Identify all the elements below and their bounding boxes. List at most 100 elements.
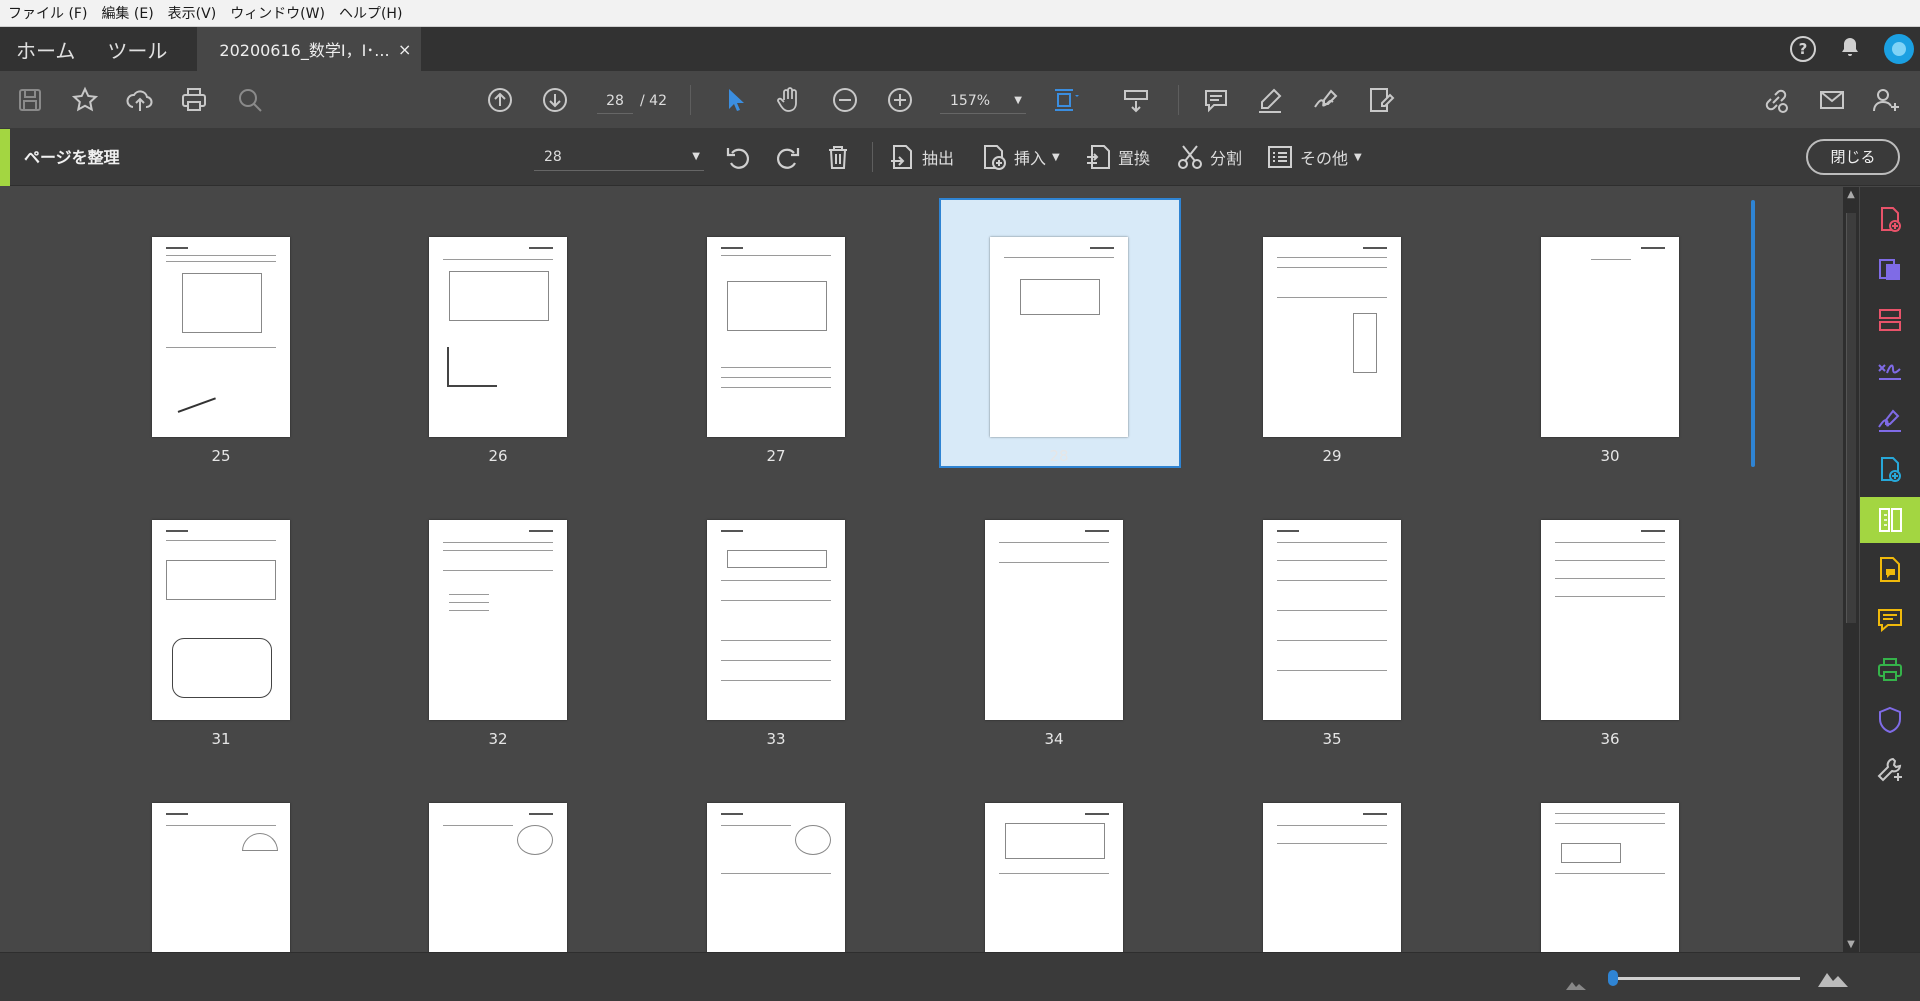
menu-window[interactable]: ウィンドウ(W) [230,3,325,23]
page-thumbnail[interactable] [934,753,1174,952]
menu-help[interactable]: ヘルプ(H) [339,3,402,23]
page-number-label: 30 [1600,447,1620,465]
share-link-icon[interactable] [1760,84,1792,116]
save-icon[interactable] [14,84,46,116]
previous-page-icon[interactable] [484,84,516,116]
page-number-label: 28 [1049,447,1069,465]
slider-knob[interactable] [1608,970,1618,986]
page-number-label: 29 [1322,447,1342,465]
rotate-left-icon[interactable] [724,142,752,172]
replace-icon [1087,145,1110,169]
zoom-out-icon[interactable] [829,84,861,116]
sign-icon[interactable] [1310,84,1342,116]
menu-view[interactable]: 表示(V) [168,3,217,23]
page-thumbnail[interactable]: 33 [656,470,896,748]
page-thumbnail[interactable]: 34 [934,470,1174,748]
page-thumbnail[interactable]: 25 [101,187,341,465]
menu-edit[interactable]: 編集 (E) [101,3,153,23]
edit-pdf-icon[interactable] [1860,447,1920,493]
page-thumbnail[interactable] [378,753,618,952]
page-thumbnail[interactable]: 29 [1212,187,1452,465]
page-preview [1263,237,1401,437]
select-cursor-icon[interactable] [719,84,751,116]
close-tool-button[interactable]: 閉じる [1806,139,1900,175]
large-mountain-icon[interactable] [1818,967,1848,991]
page-thumbnail-selected[interactable]: 28 [934,187,1181,468]
page-preview [429,520,567,720]
menu-file[interactable]: ファイル (F) [8,3,87,23]
next-page-icon[interactable] [539,84,571,116]
replace-button[interactable]: 置換 [1084,142,1150,172]
print-production-icon[interactable] [1860,647,1920,693]
extract-button[interactable]: 抽出 [888,142,954,172]
tab-tools[interactable]: ツール [91,27,183,71]
export-pdf-icon[interactable] [1860,247,1920,293]
page-thumbnail[interactable]: 36 [1490,470,1730,748]
highlight-icon[interactable] [1254,84,1286,116]
zoom-level-select[interactable]: 157% ▼ [940,88,1026,114]
page-thumbnail[interactable] [1490,753,1730,952]
page-thumbnail[interactable] [1212,753,1452,952]
divider [872,142,873,172]
page-thumbnail[interactable] [101,753,341,952]
avatar[interactable] [1884,34,1914,64]
insert-label: 挿入 [1014,149,1047,168]
page-thumbnail[interactable]: 26 [378,187,618,465]
page-fit-icon[interactable] [1048,84,1080,116]
comment-icon[interactable] [1200,84,1232,116]
star-icon[interactable] [69,84,101,116]
rotate-right-icon[interactable] [774,142,802,172]
add-user-icon[interactable] [1870,84,1902,116]
page-range-value: 28 [544,149,562,165]
split-button[interactable]: 分割 [1176,142,1242,172]
page-number-input[interactable]: 28 [597,88,633,114]
page-thumbnail[interactable]: 32 [378,470,618,748]
page-thumbnail[interactable] [656,753,896,952]
tool-accent-bar [0,129,10,186]
close-tab-icon[interactable]: × [398,40,411,59]
page-thumbnail[interactable]: 31 [101,470,341,748]
fill-and-sign-icon[interactable] [1860,397,1920,443]
request-signature-icon[interactable] [1860,347,1920,393]
zoom-in-icon[interactable] [884,84,916,116]
organize-pages-icon[interactable] [1860,497,1920,543]
divider [690,85,691,115]
fill-sign-icon[interactable] [1364,84,1396,116]
page-number-label: 36 [1600,730,1620,748]
search-icon[interactable] [234,84,266,116]
page-thumbnail[interactable]: 35 [1212,470,1452,748]
send-for-comments-icon[interactable] [1860,547,1920,593]
chevron-down-icon[interactable]: ▼ [1843,939,1859,950]
create-pdf-icon[interactable] [1860,197,1920,243]
comment-panel-icon[interactable] [1860,597,1920,643]
insert-button[interactable]: 挿入 ▼ [980,142,1060,172]
cloud-upload-icon[interactable] [124,84,156,116]
protect-shield-icon[interactable] [1860,697,1920,743]
small-mountain-icon[interactable] [1566,975,1586,994]
email-icon[interactable] [1816,84,1848,116]
combine-files-icon[interactable] [1860,297,1920,343]
extract-label: 抽出 [922,149,955,168]
page-range-select[interactable]: 28 ▼ [534,143,704,171]
more-label: その他 [1300,149,1349,168]
page-preview [707,237,845,437]
scroll-mode-icon[interactable] [1120,84,1152,116]
tab-home[interactable]: ホーム [0,27,91,71]
vertical-scrollbar[interactable]: ▲ ▼ [1843,187,1859,952]
more-tools-icon[interactable] [1860,747,1920,793]
page-thumbnail[interactable]: 30 [1490,187,1730,465]
help-icon[interactable]: ? [1790,36,1816,62]
page-number-label: 32 [488,730,508,748]
page-preview [152,803,290,952]
bell-icon[interactable] [1838,35,1862,63]
hand-tool-icon[interactable] [773,84,805,116]
thumbnail-size-slider[interactable] [1610,977,1800,980]
insert-page-icon [984,145,1006,170]
scrollbar-thumb[interactable] [1846,213,1856,623]
chevron-up-icon[interactable]: ▲ [1843,189,1859,200]
page-thumbnail[interactable]: 27 [656,187,896,465]
trash-icon[interactable] [824,142,852,172]
tab-document[interactable]: 20200616_数学I，I･... × [197,27,422,71]
print-icon[interactable] [178,84,210,116]
more-button[interactable]: その他 ▼ [1266,142,1362,172]
